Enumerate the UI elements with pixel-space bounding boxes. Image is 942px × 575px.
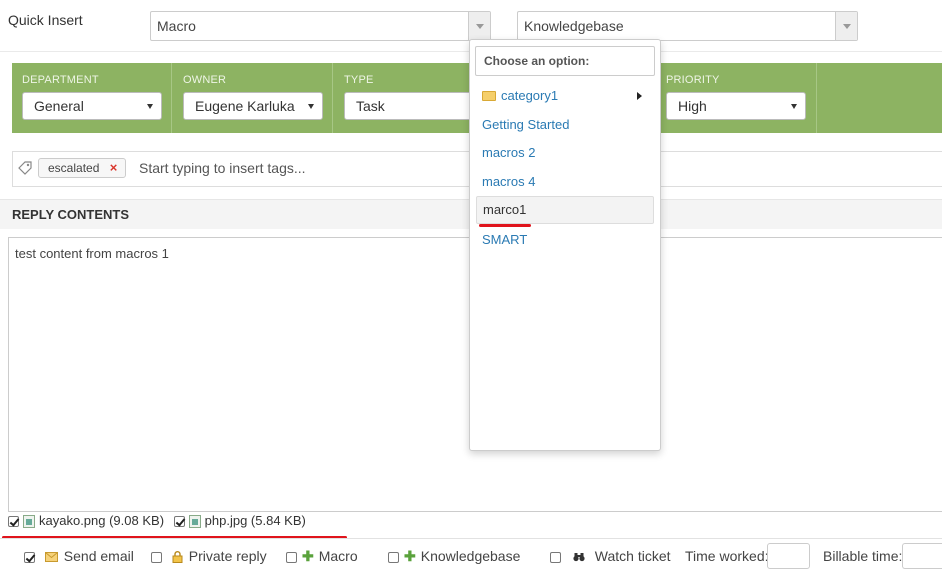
chevron-down-icon[interactable] (835, 12, 857, 40)
image-file-icon (188, 515, 201, 529)
owner-select[interactable]: Eugene Karluka (183, 92, 323, 120)
macro-option-smart[interactable]: SMART (482, 229, 527, 251)
type-label: TYPE (344, 74, 374, 86)
type-select[interactable]: Task (344, 92, 484, 120)
owner-label: OWNER (183, 74, 227, 86)
department-property: DEPARTMENT General (12, 63, 172, 133)
plus-icon: ✚ (302, 548, 314, 564)
department-select[interactable]: General (22, 92, 162, 120)
macro-option-category1[interactable]: category1 (482, 85, 558, 107)
time-worked-input[interactable] (767, 543, 810, 569)
knowledgebase-select-value: Knowledgebase (524, 18, 624, 34)
send-email-option[interactable]: Send email (24, 546, 134, 566)
folder-icon (482, 90, 496, 101)
tag-chip-label: escalated (48, 161, 100, 175)
macro-checkbox[interactable] (286, 551, 297, 563)
attachment-checkbox[interactable] (8, 516, 19, 528)
priority-label: PRIORITY (666, 74, 720, 86)
send-email-label: Send email (63, 548, 134, 564)
billable-time-label: Billable time: (823, 548, 903, 564)
macro-select[interactable]: Macro (150, 11, 491, 41)
private-reply-label: Private reply (188, 548, 267, 564)
macro-option-marco1[interactable]: marco1 (476, 196, 654, 224)
caret-down-icon (147, 104, 153, 109)
priority-select[interactable]: High (666, 92, 806, 120)
attachment-checkbox[interactable] (173, 516, 185, 528)
attachment-item: kayako.png (9.08 KB) (8, 513, 165, 529)
macro-label: Macro (318, 548, 358, 564)
watch-ticket-checkbox[interactable] (550, 551, 561, 563)
annotation-underline (479, 224, 531, 227)
tag-chip: escalated × (38, 158, 127, 178)
tag-icon (18, 161, 32, 175)
caret-down-icon (791, 104, 797, 109)
knowledgebase-checkbox[interactable] (388, 551, 399, 563)
macro-option-label: category1 (501, 88, 559, 103)
priority-value: High (678, 98, 707, 114)
reply-text: test content from macros 1 (15, 246, 169, 261)
remove-tag-icon[interactable]: × (110, 159, 118, 177)
attachment-name: kayako.png (9.08 KB) (39, 513, 165, 528)
knowledgebase-select[interactable]: Knowledgebase (517, 11, 858, 41)
macro-search-input[interactable]: Choose an option: (475, 46, 655, 76)
lock-icon (172, 551, 183, 564)
reply-contents-title: REPLY CONTENTS (12, 207, 130, 222)
chevron-right-icon (637, 92, 642, 100)
type-value: Task (356, 98, 385, 114)
time-worked-label: Time worked: (685, 548, 769, 564)
quick-insert-label: Quick Insert (8, 12, 83, 28)
private-reply-checkbox[interactable] (151, 551, 162, 563)
knowledgebase-option[interactable]: ✚ Knowledgebase (388, 546, 520, 566)
priority-property: PRIORITY High (656, 63, 817, 133)
chevron-down-icon[interactable] (468, 12, 490, 40)
caret-down-icon (308, 104, 314, 109)
department-label: DEPARTMENT (22, 74, 99, 86)
tag-input[interactable]: Start typing to insert tags... (139, 160, 306, 176)
department-value: General (34, 98, 84, 114)
watch-ticket-label: Watch ticket (594, 548, 671, 564)
macro-select-value: Macro (157, 18, 196, 34)
macro-option-getting-started[interactable]: Getting Started (482, 114, 569, 136)
envelope-icon (44, 552, 58, 563)
billable-time-input[interactable] (902, 543, 942, 569)
attachment-name: php.jpg (5.84 KB) (204, 513, 306, 528)
plus-icon: ✚ (404, 548, 416, 564)
watch-ticket-option[interactable]: Watch ticket (550, 546, 671, 566)
macro-dropdown: Choose an option: category1 Getting Star… (469, 39, 661, 451)
attachments-row: kayako.png (9.08 KB) php.jpg (5.84 KB) (8, 513, 312, 533)
owner-value: Eugene Karluka (195, 98, 295, 114)
private-reply-option[interactable]: Private reply (151, 546, 267, 566)
owner-property: OWNER Eugene Karluka (173, 63, 333, 133)
send-email-checkbox[interactable] (24, 551, 35, 563)
knowledgebase-label: Knowledgebase (420, 548, 521, 564)
divider (0, 538, 942, 539)
macro-option[interactable]: ✚ Macro (286, 546, 358, 566)
macro-option-macros-4[interactable]: macros 4 (482, 171, 535, 193)
binoculars-icon (573, 553, 585, 562)
macro-option-macros-2[interactable]: macros 2 (482, 142, 535, 164)
image-file-icon (23, 515, 35, 529)
attachment-item: php.jpg (5.84 KB) (173, 513, 306, 529)
